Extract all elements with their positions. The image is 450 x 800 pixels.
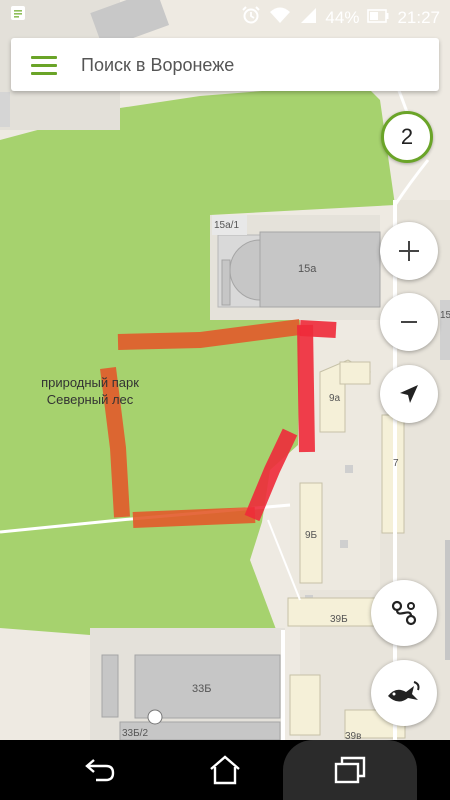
back-button[interactable] [70, 750, 130, 790]
building-label-15a: 15а [298, 263, 317, 275]
battery-percent: 44% [325, 7, 360, 27]
building-label-33b2: 33Б/2 [122, 728, 149, 739]
park-label-line2: Северный лес [46, 392, 134, 407]
recent-apps-icon [334, 756, 366, 784]
battery-icon [367, 8, 389, 28]
signal-icon [299, 6, 317, 29]
search-input[interactable]: Поиск в Воронеже [81, 55, 234, 76]
notification-icon [10, 5, 26, 26]
my-location-button[interactable] [380, 365, 438, 423]
recent-apps-button[interactable] [320, 750, 380, 790]
fishing-layer-button[interactable] [371, 660, 437, 726]
home-button[interactable] [195, 750, 255, 790]
minus-icon [401, 321, 417, 323]
building-label-33b: 33Б [192, 683, 212, 695]
building-label-39v: 39в [345, 731, 362, 740]
counter-badge[interactable]: 2 [381, 111, 433, 163]
route-mode-button[interactable] [371, 580, 437, 646]
zoom-in-button[interactable] [380, 222, 438, 280]
building-label-9a: 9а [329, 393, 341, 404]
building-label-15a1: 15а/1 [214, 220, 240, 231]
fish-icon [388, 681, 420, 702]
alarm-icon [241, 5, 261, 30]
back-icon [85, 759, 115, 782]
home-icon [210, 755, 240, 785]
park-label: природный парк Северный лес [20, 374, 160, 408]
plus-icon [399, 241, 419, 261]
building-label-15: 15 [440, 310, 450, 321]
hamburger-menu-icon[interactable] [31, 56, 57, 75]
navigation-arrow-icon [400, 385, 418, 403]
clock: 21:27 [397, 7, 440, 27]
search-bar[interactable]: Поиск в Воронеже [11, 38, 439, 91]
building-label-39b: 39Б [330, 614, 348, 625]
building-label-7: 7 [393, 458, 399, 469]
building-label-9b: 9Б [305, 530, 318, 541]
wifi-icon [269, 6, 291, 29]
zoom-out-button[interactable] [380, 293, 438, 351]
status-bar: 44% 21:27 [0, 0, 450, 30]
park-label-line1: природный парк [41, 375, 139, 390]
route-icon [391, 600, 417, 626]
